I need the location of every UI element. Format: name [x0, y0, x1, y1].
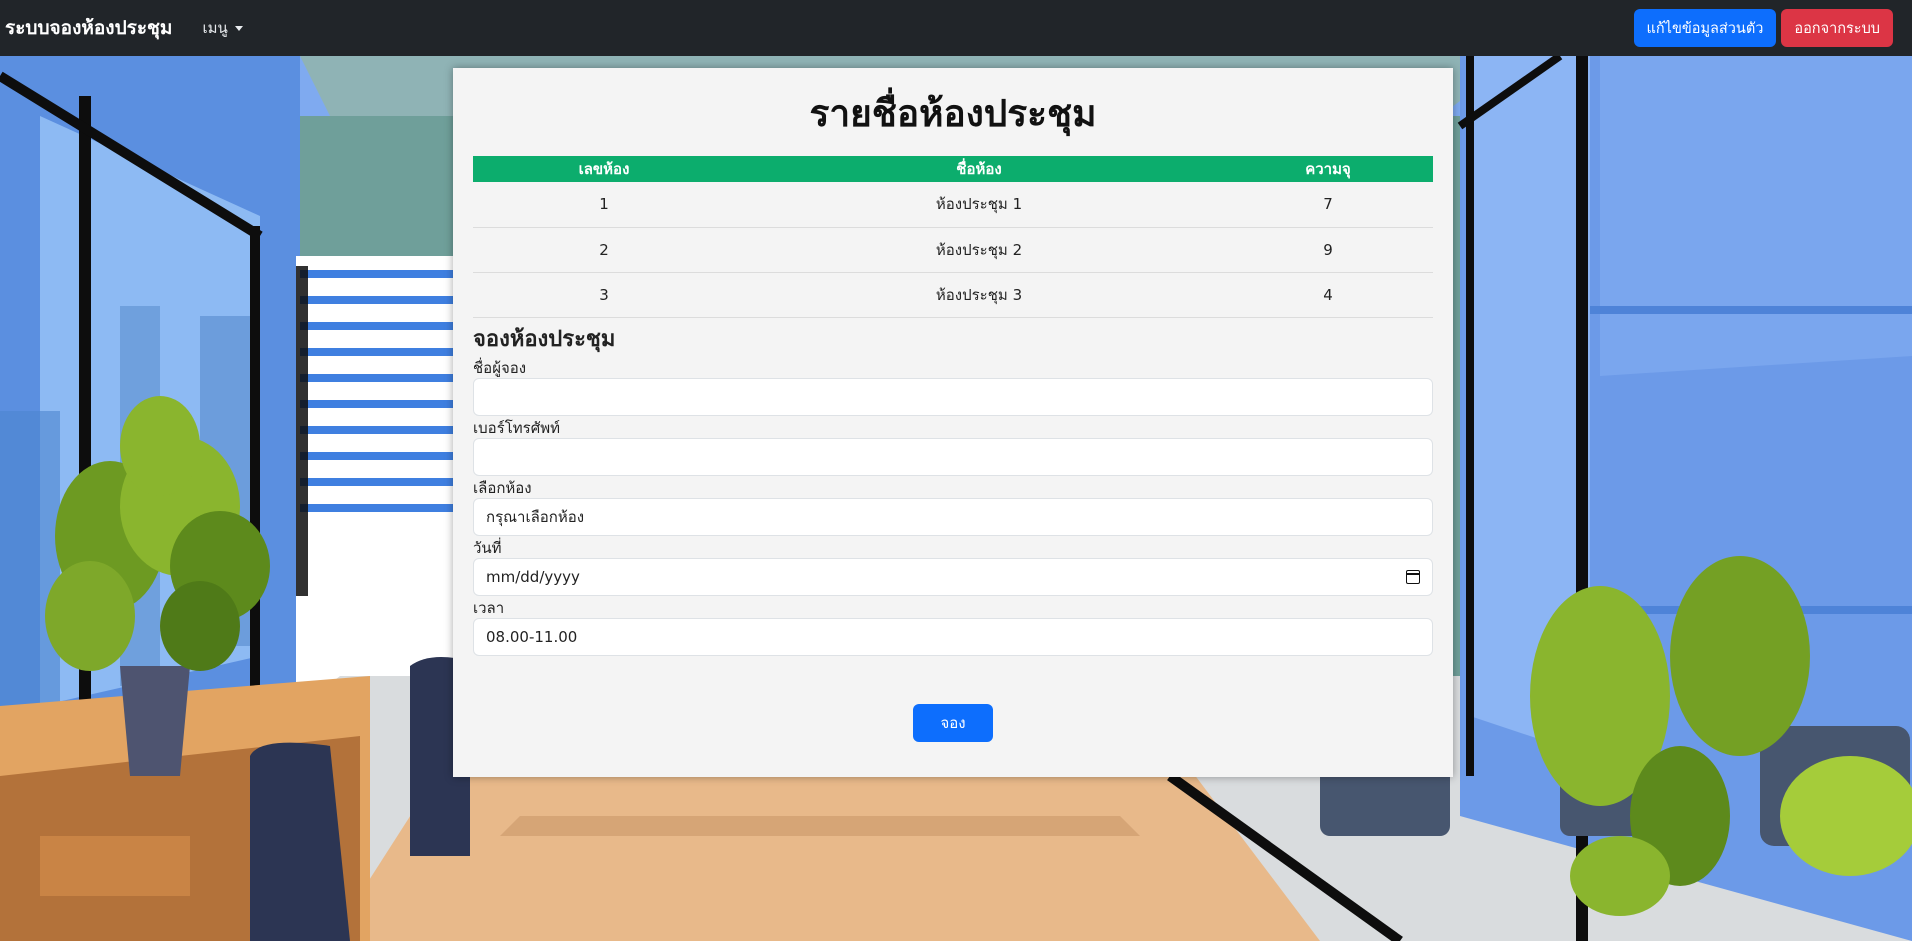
room-select-value: กรุณาเลือกห้อง [486, 507, 585, 526]
room-number-cell: 1 [473, 182, 735, 228]
menu-dropdown[interactable]: เมนู [202, 16, 243, 40]
room-number-cell: 2 [473, 227, 735, 273]
capacity-cell: 4 [1223, 272, 1433, 318]
date-input[interactable]: mm/dd/yyyy [473, 557, 1433, 596]
room-name-cell: ห้องประชุม 1 [735, 182, 1223, 228]
table-row: 2 ห้องประชุม 2 9 [473, 227, 1433, 273]
room-table: เลขห้อง ชื่อห้อง ความจุ 1 ห้องประชุม 1 7… [473, 156, 1433, 318]
table-row: 3 ห้องประชุม 3 4 [473, 272, 1433, 318]
header-room-name: ชื่อห้อง [956, 160, 1002, 178]
page-title: รายชื่อห้องประชุม [809, 92, 1097, 135]
submit-wrapper: จอง [473, 703, 1433, 742]
room-card: รายชื่อห้องประชุม เลขห้อง ชื่อห้อง ความจ… [453, 68, 1453, 777]
time-select-value: 08.00-11.00 [486, 627, 578, 646]
phone-label: เบอร์โทรศัพท์ [473, 418, 561, 437]
calendar-icon[interactable] [1406, 569, 1420, 584]
logout-button[interactable]: ออกจากระบบ [1781, 9, 1893, 47]
room-table-header: เลขห้อง ชื่อห้อง ความจุ [473, 156, 1433, 182]
top-navbar: ระบบจองห้องประชุม เมนู แก้ไขข้อมูลส่วนตั… [0, 0, 1912, 56]
header-capacity: ความจุ [1305, 160, 1351, 178]
room-number-cell: 3 [473, 272, 735, 318]
room-select[interactable]: กรุณาเลือกห้อง [473, 497, 1433, 536]
phone-input[interactable] [473, 437, 1433, 476]
nav-actions: แก้ไขข้อมูลส่วนตัว ออกจากระบบ [1633, 9, 1893, 47]
booking-form: ชื่อผู้จอง เบอร์โทรศัพท์ เลือกห้อง กรุณา… [473, 356, 1433, 742]
edit-profile-button[interactable]: แก้ไขข้อมูลส่วนตัว [1633, 9, 1777, 47]
room-name-cell: ห้องประชุม 3 [735, 272, 1223, 318]
time-label: เวลา [473, 598, 505, 617]
booker-name-input[interactable] [473, 377, 1433, 416]
name-label: ชื่อผู้จอง [473, 358, 527, 377]
room-name-cell: ห้องประชุม 2 [735, 227, 1223, 273]
date-label: วันที่ [473, 538, 502, 557]
room-select-label: เลือกห้อง [473, 478, 532, 497]
brand-title[interactable]: ระบบจองห้องประชุม [5, 13, 172, 43]
header-room-number: เลขห้อง [578, 160, 630, 178]
table-row: 1 ห้องประชุม 1 7 [473, 182, 1433, 228]
booking-form-title: จองห้องประชุม [473, 326, 616, 352]
capacity-cell: 9 [1223, 227, 1433, 273]
capacity-cell: 7 [1223, 182, 1433, 228]
date-placeholder: mm/dd/yyyy [486, 567, 580, 586]
time-select[interactable]: 08.00-11.00 [473, 617, 1433, 656]
menu-label: เมนู [202, 19, 228, 37]
chevron-down-icon [234, 25, 243, 31]
book-button[interactable]: จอง [913, 703, 993, 742]
